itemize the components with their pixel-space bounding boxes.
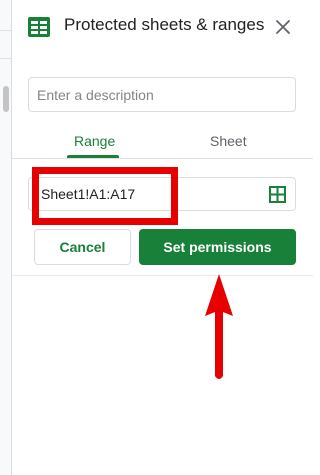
- panel-title: Protected sheets & ranges: [64, 15, 265, 34]
- cancel-button[interactable]: Cancel: [34, 229, 131, 265]
- protected-ranges-panel: Protected sheets & ranges Range Sheet Sh…: [12, 0, 313, 475]
- set-permissions-button[interactable]: Set permissions: [139, 229, 296, 265]
- panel-header: Protected sheets & ranges: [12, 0, 313, 56]
- grid-select-icon[interactable]: [269, 186, 286, 203]
- grid-line: [0, 58, 12, 59]
- description-input[interactable]: [28, 77, 296, 112]
- tab-sheet[interactable]: Sheet: [210, 133, 247, 149]
- red-arrow: [205, 274, 233, 379]
- tab-range[interactable]: Range: [74, 133, 115, 149]
- close-button[interactable]: [270, 14, 296, 40]
- annotation-highlight-box: [32, 167, 178, 225]
- tab-bar: Range Sheet: [12, 125, 313, 159]
- scrollbar-thumb[interactable]: [3, 86, 9, 112]
- sheets-logo-icon: [28, 17, 50, 37]
- close-icon: [276, 20, 290, 34]
- active-tab-indicator: [67, 155, 119, 158]
- spreadsheet-background-strip: [0, 0, 12, 475]
- grid-line: [0, 30, 12, 31]
- divider: [12, 275, 313, 276]
